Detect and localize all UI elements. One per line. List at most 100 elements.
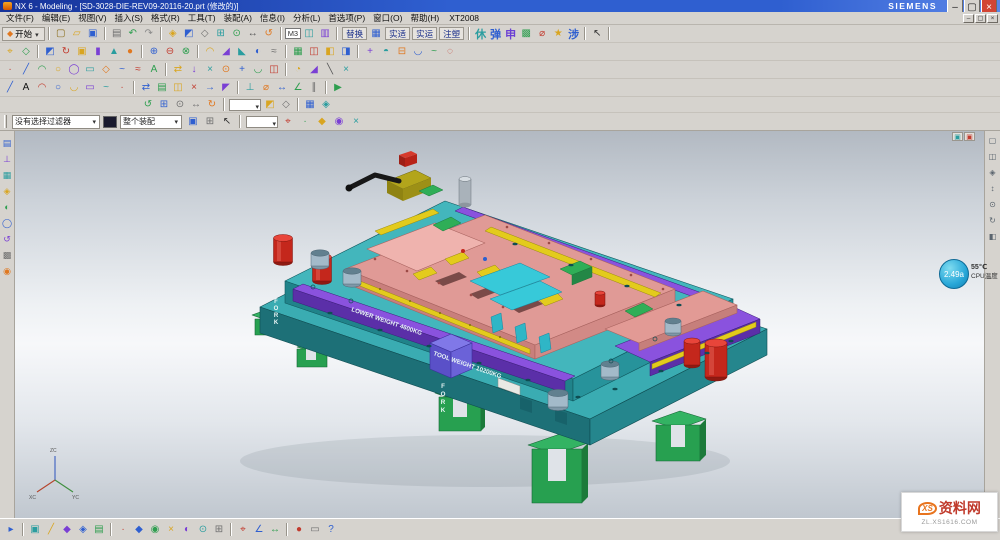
close-viewport-icon[interactable]: ▣ [964, 132, 975, 141]
favorites-icon[interactable]: ★ [550, 26, 566, 41]
project-curve-icon[interactable]: ↓ [186, 62, 202, 77]
redo-icon[interactable]: ↷ [141, 26, 157, 41]
snapshot-icon[interactable]: ◫ [301, 26, 317, 41]
shen-tool-button[interactable]: 申 [503, 26, 518, 42]
web-browser-icon[interactable]: ◯ [1, 217, 14, 229]
offset-surface-icon[interactable]: ⊟ [394, 44, 410, 59]
inside-window-icon[interactable]: ⊞ [202, 114, 218, 129]
polygon-icon[interactable]: ◇ [98, 62, 114, 77]
pan-icon[interactable]: ↔ [245, 26, 261, 41]
finish-sketch-icon[interactable]: ▶ [330, 80, 346, 95]
thread-icon[interactable]: ≈ [266, 44, 282, 59]
3d-model-canvas[interactable]: LOWER WEIGHT 4600KG TOOL WEIGHT 10200KG … [15, 131, 984, 518]
roles-icon[interactable]: ◉ [1, 265, 14, 277]
wcs-icon[interactable]: ⌖ [235, 522, 251, 537]
open-file-icon[interactable]: ▱ [69, 26, 85, 41]
block-icon[interactable]: ▣ [74, 44, 90, 59]
part-navigator-icon[interactable]: ▦ [1, 169, 14, 181]
sketch-fillet-icon[interactable]: ◡ [66, 80, 82, 95]
circle-icon[interactable]: ○ [50, 62, 66, 77]
analysis-icon[interactable]: ▩ [518, 26, 534, 41]
sketch-arc-icon[interactable]: ◠ [34, 80, 50, 95]
constraints-icon[interactable]: ⊥ [242, 80, 258, 95]
sketch-text-icon[interactable]: A [18, 80, 34, 95]
replace-button[interactable]: 替换 [342, 27, 367, 40]
subtract-icon[interactable]: ⊖ [162, 44, 178, 59]
datum-plane-icon[interactable]: ◇ [18, 44, 34, 59]
pattern-feature-icon[interactable]: ▦ [290, 44, 306, 59]
selection-filter-dropdown[interactable]: 没有选择过滤器 [12, 115, 100, 129]
join-curve-icon[interactable]: + [234, 62, 250, 77]
child-restore-button[interactable]: ▢ [975, 14, 986, 23]
rectangle-icon[interactable]: ▭ [82, 62, 98, 77]
swept-icon[interactable]: ~ [426, 44, 442, 59]
context-help-icon[interactable]: ? [323, 522, 339, 537]
mirror-feature-icon[interactable]: ◫ [306, 44, 322, 59]
clip-section-icon[interactable]: ◧ [986, 231, 999, 242]
shi-shi-button[interactable]: 实适 [385, 27, 410, 40]
wcs-triad[interactable]: ZC XC YC [29, 448, 79, 501]
sketch-circle-icon[interactable]: ○ [50, 80, 66, 95]
shi-yun-button[interactable]: 实运 [412, 27, 437, 40]
select-cursor-icon[interactable]: ↖ [589, 26, 605, 41]
menu-item[interactable]: 视图(V) [74, 12, 110, 24]
viewport[interactable]: LOWER WEIGHT 4600KG TOOL WEIGHT 10200KG … [15, 131, 984, 518]
section-curve-icon[interactable]: ⊙ [218, 62, 234, 77]
selection-scope-dropdown[interactable]: 整个装配 [120, 115, 182, 129]
isometric-view-icon[interactable]: ◈ [318, 97, 334, 112]
menu-item[interactable]: 窗口(O) [369, 12, 406, 24]
sketch-rectangle-icon[interactable]: ▭ [82, 80, 98, 95]
helix-icon[interactable]: ≈ [130, 62, 146, 77]
menu-item[interactable]: 帮助(H) [406, 12, 443, 24]
zhu-su-button[interactable]: 注塑 [439, 27, 464, 40]
sketch-point-icon[interactable]: ∙ [114, 80, 130, 95]
prompt-icon[interactable]: ▸ [3, 522, 19, 537]
snap-existing-icon[interactable]: ⊙ [195, 522, 211, 537]
select-face-icon[interactable]: ▣ [27, 522, 43, 537]
new-file-icon[interactable]: ▢ [53, 26, 69, 41]
text-curve-icon[interactable]: A [146, 62, 162, 77]
mid-point-icon[interactable]: ◆ [314, 114, 330, 129]
through-curves-icon[interactable]: ◡ [410, 44, 426, 59]
track-icon[interactable]: ↔ [267, 522, 283, 537]
rotate-view-icon[interactable]: ↺ [261, 26, 277, 41]
mirror-curve-icon[interactable]: ◫ [266, 62, 282, 77]
toolbar-grip[interactable] [4, 115, 7, 128]
edge-blend-icon[interactable]: ◠ [202, 44, 218, 59]
fit-window-icon[interactable]: ⊞ [156, 97, 172, 112]
snap-mid-icon[interactable]: ◆ [131, 522, 147, 537]
macro-record-icon[interactable]: ● [291, 522, 307, 537]
pan-tool-icon[interactable]: ↕ [986, 183, 999, 194]
shaded-view-icon[interactable]: ◩ [181, 26, 197, 41]
start-menu-button[interactable]: ◆开始 [2, 27, 45, 41]
extrude-icon[interactable]: ◩ [42, 44, 58, 59]
fillet-curve-icon[interactable]: ◔ [290, 62, 306, 77]
bridge-curve-icon[interactable]: ◡ [250, 62, 266, 77]
studio-spline-icon[interactable]: ~ [98, 80, 114, 95]
she-tool-button[interactable]: 涉 [566, 26, 581, 42]
select-body-icon[interactable]: ◆ [59, 522, 75, 537]
ortho-icon[interactable]: ∠ [251, 522, 267, 537]
menu-item[interactable]: 首选项(P) [324, 12, 369, 24]
menu-item[interactable]: 信息(I) [256, 12, 289, 24]
zoom-icon[interactable]: ⊙ [229, 26, 245, 41]
refresh-icon[interactable]: ↺ [140, 97, 156, 112]
angular-dimension-icon[interactable]: ∠ [290, 80, 306, 95]
snap-end-icon[interactable]: ∙ [115, 522, 131, 537]
chamfer-curve-icon[interactable]: ◢ [306, 62, 322, 77]
child-minimize-button[interactable]: – [963, 14, 974, 23]
parallel-constraint-icon[interactable]: ∥ [306, 80, 322, 95]
select-edge-icon[interactable]: ╱ [43, 522, 59, 537]
linear-dimension-icon[interactable]: ↔ [274, 80, 290, 95]
intersect-curve-icon[interactable]: × [202, 62, 218, 77]
offset-curve-icon[interactable]: ⇄ [170, 62, 186, 77]
auto-dimension-icon[interactable]: ⌀ [258, 80, 274, 95]
menu-item-xt2008[interactable]: XT2008 [443, 13, 485, 23]
snap-quadrant-icon[interactable]: ◐ [179, 522, 195, 537]
intersect-icon[interactable]: ⊗ [178, 44, 194, 59]
unite-icon[interactable]: ⊕ [146, 44, 162, 59]
datum-csys-icon[interactable]: ⌖ [2, 44, 18, 59]
sew-icon[interactable]: + [362, 44, 378, 59]
hd3d-tools-icon[interactable]: ◐ [1, 201, 14, 213]
quick-trim-icon[interactable]: × [186, 80, 202, 95]
